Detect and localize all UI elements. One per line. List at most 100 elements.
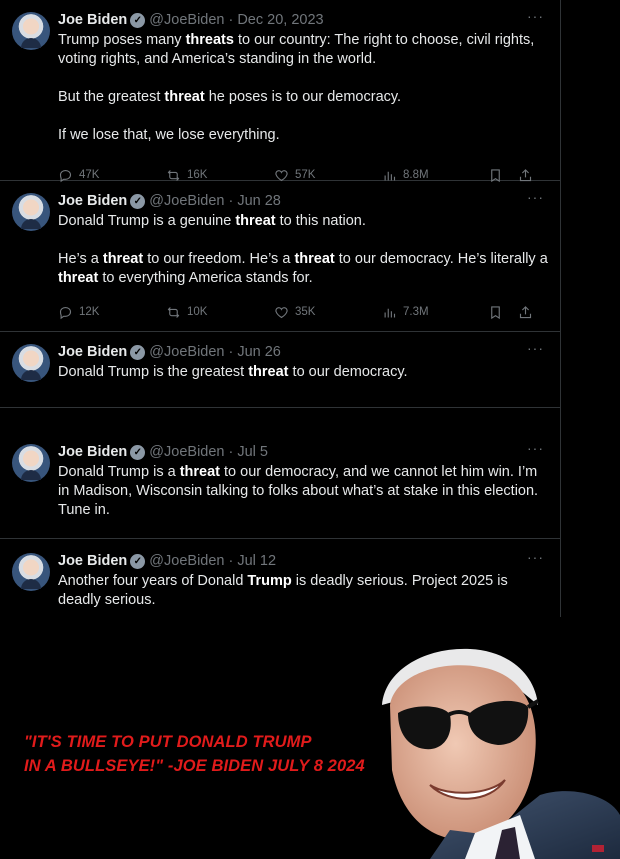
views-count: 8.8M <box>403 169 429 181</box>
like-icon <box>275 306 288 318</box>
repost-icon <box>167 306 180 318</box>
tweet-paragraph: Donald Trump is a genuine threat to this… <box>58 212 548 231</box>
share-icon <box>519 305 532 318</box>
tweet-paragraph: He’s a threat to our freedom. He’s a thr… <box>58 250 548 288</box>
tweet-text: Another four years of Donald Trump is de… <box>58 572 548 610</box>
flag-pin <box>592 845 604 852</box>
tweet[interactable]: Joe Biden ✓ @JoeBiden · Jul 5 ··· Donald… <box>0 408 560 539</box>
tweet[interactable]: Joe Biden ✓ @JoeBiden · Jul 12 ··· Anoth… <box>0 539 560 617</box>
tweet-header: Joe Biden ✓ @JoeBiden · Jun 28 <box>58 191 548 211</box>
views-count: 7.3M <box>403 306 429 318</box>
reply-count: 12K <box>79 306 100 318</box>
tweet[interactable]: Joe Biden ✓ @JoeBiden · Jun 28 ··· Donal… <box>0 181 560 332</box>
bookmark-icon <box>491 305 500 319</box>
tweet-date[interactable]: Jun 26 <box>237 344 281 360</box>
more-options-icon[interactable]: ··· <box>527 440 544 456</box>
bold-keyword: threat <box>294 251 335 267</box>
quote-line-2: IN A BULLSEYE!" -JOE BIDEN JULY 8 2024 <box>24 757 365 775</box>
like-count: 57K <box>295 169 316 181</box>
more-options-icon[interactable]: ··· <box>527 549 544 565</box>
more-options-icon[interactable]: ··· <box>527 189 544 205</box>
biden-sunglasses-photo <box>382 648 620 859</box>
bold-keyword: Trump <box>247 573 292 589</box>
verified-badge-icon: ✓ <box>130 553 146 569</box>
avatar[interactable] <box>12 553 50 591</box>
text-run: Donald Trump is a <box>58 464 180 480</box>
author-name[interactable]: Joe Biden <box>58 444 127 460</box>
author-handle[interactable]: @JoeBiden <box>149 344 224 360</box>
tweet[interactable]: Joe Biden ✓ @JoeBiden · Dec 20, 2023 ···… <box>0 0 560 182</box>
text-run: to our democracy. <box>288 364 408 380</box>
reply-count: 47K <box>79 169 100 181</box>
views-button[interactable]: 7.3M <box>382 305 488 320</box>
quote-caption: "IT'S TIME TO PUT DONALD TRUMP IN A BULL… <box>24 730 424 778</box>
avatar[interactable] <box>12 12 50 50</box>
separator: · <box>228 553 234 569</box>
tweet-date[interactable]: Dec 20, 2023 <box>237 12 323 28</box>
tweet-paragraph: But the greatest threat he poses is to o… <box>58 88 548 107</box>
text-run: Another four years of Donald <box>58 573 248 589</box>
text-run: to this nation. <box>275 213 366 229</box>
text-run: to our democracy. He’s literally a <box>334 251 548 267</box>
reply-button[interactable]: 12K <box>58 305 166 320</box>
tweet-header: Joe Biden ✓ @JoeBiden · Dec 20, 2023 <box>58 10 548 30</box>
author-handle[interactable]: @JoeBiden <box>149 553 224 569</box>
tweet-paragraph: If we lose that, we lose everything. <box>58 126 548 145</box>
tweet-date[interactable]: Jul 12 <box>237 553 276 569</box>
text-run: If we lose that, we lose everything. <box>58 127 280 143</box>
repost-count: 16K <box>187 169 208 181</box>
author-name[interactable]: Joe Biden <box>58 193 127 209</box>
text-run: to our freedom. He’s a <box>143 251 295 267</box>
tweet-header: Joe Biden ✓ @JoeBiden · Jul 5 <box>58 442 548 462</box>
bold-keyword: threat <box>58 270 99 286</box>
face <box>390 665 536 840</box>
more-options-icon[interactable]: ··· <box>527 8 544 24</box>
author-handle[interactable]: @JoeBiden <box>149 193 224 209</box>
separator: · <box>228 344 234 360</box>
verified-badge-icon: ✓ <box>130 344 146 360</box>
tweet-paragraph: Another four years of Donald Trump is de… <box>58 572 548 610</box>
bookmark-button[interactable] <box>488 305 518 320</box>
bold-keyword: threat <box>102 251 144 267</box>
text-run: Donald Trump is the greatest <box>58 364 249 380</box>
author-name[interactable]: Joe Biden <box>58 344 127 360</box>
bold-keyword: threats <box>185 32 234 48</box>
tweet-actions: 12K 10K 35K 7.3M <box>58 294 548 330</box>
avatar[interactable] <box>12 344 50 382</box>
avatar[interactable] <box>12 193 50 231</box>
separator: · <box>228 193 234 209</box>
views-icon <box>384 308 396 317</box>
bold-keyword: threat <box>248 364 289 380</box>
repost-button[interactable]: 10K <box>166 305 274 320</box>
verified-badge-icon: ✓ <box>130 193 146 209</box>
share-button[interactable] <box>518 305 548 320</box>
bold-keyword: threat <box>164 89 205 105</box>
author-handle[interactable]: @JoeBiden <box>149 12 224 28</box>
more-options-icon[interactable]: ··· <box>527 340 544 356</box>
tweet-paragraph: Donald Trump is a threat to our democrac… <box>58 463 548 520</box>
author-handle[interactable]: @JoeBiden <box>149 444 224 460</box>
separator: · <box>228 444 234 460</box>
author-name[interactable]: Joe Biden <box>58 12 127 28</box>
verified-badge-icon: ✓ <box>130 12 146 28</box>
tweet-text: Trump poses many threats to our country:… <box>58 31 548 145</box>
tweet-text: Donald Trump is the greatest threat to o… <box>58 363 548 382</box>
text-run: But the greatest <box>58 89 165 105</box>
like-button[interactable]: 35K <box>274 305 382 320</box>
separator: · <box>228 12 234 28</box>
text-run: Trump poses many <box>58 32 186 48</box>
tweet-date[interactable]: Jul 5 <box>237 444 268 460</box>
text-run: he poses is to our democracy. <box>204 89 402 105</box>
tweet-paragraph: Donald Trump is the greatest threat to o… <box>58 363 548 382</box>
tweet-header: Joe Biden ✓ @JoeBiden · Jun 26 <box>58 342 548 362</box>
bold-keyword: threat <box>235 213 276 229</box>
tweet-header: Joe Biden ✓ @JoeBiden · Jul 12 <box>58 551 548 571</box>
tweet[interactable]: Joe Biden ✓ @JoeBiden · Jun 26 ··· Donal… <box>0 332 560 408</box>
quote-line-1: "IT'S TIME TO PUT DONALD TRUMP <box>24 733 312 751</box>
verified-badge-icon: ✓ <box>130 444 146 460</box>
text-run: Donald Trump is a genuine <box>58 213 236 229</box>
tweet-date[interactable]: Jun 28 <box>237 193 281 209</box>
tweet-feed: Joe Biden ✓ @JoeBiden · Dec 20, 2023 ···… <box>0 0 561 617</box>
author-name[interactable]: Joe Biden <box>58 553 127 569</box>
avatar[interactable] <box>12 444 50 482</box>
